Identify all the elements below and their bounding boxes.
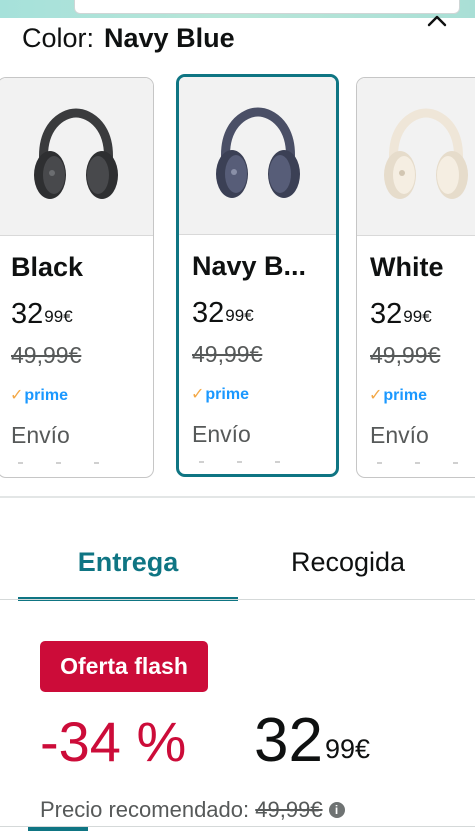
- product-image[interactable]: [0, 78, 153, 236]
- delivery-tabs: Entrega Recogida: [0, 530, 475, 602]
- deal-price: 3299€: [254, 706, 371, 775]
- product-image[interactable]: [179, 77, 336, 235]
- prime-check-icon: ✓: [191, 386, 205, 403]
- variant-card-white[interactable]: White 3299€ 49,99€ ✓prime Envío: [356, 77, 475, 478]
- variant-card-black[interactable]: Black 3299€ 49,99€ ✓prime Envío: [0, 77, 154, 478]
- recommended-price-value: 49,99€: [255, 797, 323, 822]
- card-more-indicator: [199, 461, 299, 465]
- chevron-up-icon[interactable]: [426, 12, 448, 28]
- tab-recogida[interactable]: Recogida: [238, 530, 458, 598]
- prime-badge: ✓prime: [369, 387, 427, 404]
- tab-entrega[interactable]: Entrega: [18, 530, 238, 601]
- variant-old-price: 49,99€: [192, 341, 263, 367]
- variant-old-price: 49,99€: [11, 342, 82, 368]
- color-selection-row: Color: Navy Blue: [22, 20, 235, 56]
- headphones-image: [215, 106, 300, 198]
- variant-name: White: [370, 252, 444, 282]
- recommended-price-label: Precio recomendado:: [40, 797, 250, 822]
- prime-badge: ✓prime: [10, 387, 68, 404]
- product-image[interactable]: [357, 78, 475, 236]
- color-variant-carousel[interactable]: Black 3299€ 49,99€ ✓prime Envío Navy B..…: [0, 74, 475, 479]
- card-more-indicator: [18, 462, 118, 466]
- bottom-tab-indicator: [0, 826, 475, 831]
- variant-name: Navy B...: [192, 251, 307, 281]
- flash-deal-badge: Oferta flash: [40, 641, 208, 692]
- prime-check-icon: ✓: [10, 387, 24, 404]
- variant-price: 3299€: [11, 298, 73, 330]
- variant-price: 3299€: [370, 298, 432, 330]
- tabs-divider: [0, 599, 475, 600]
- variant-shipping: Envío: [370, 422, 429, 448]
- recommended-price: Precio recomendado: 49,99€ i: [40, 795, 345, 825]
- card-more-indicator: [377, 462, 475, 466]
- search-box[interactable]: [74, 0, 460, 14]
- variant-shipping: Envío: [11, 422, 70, 448]
- headphones-image: [33, 107, 118, 199]
- variant-shipping: Envío: [192, 421, 251, 447]
- section-divider: [0, 496, 475, 498]
- headphones-image: [384, 107, 468, 199]
- variant-price: 3299€: [192, 297, 254, 329]
- discount-percentage: -34 %: [40, 710, 187, 773]
- color-label: Color:: [22, 23, 95, 53]
- prime-check-icon: ✓: [369, 387, 383, 404]
- info-icon[interactable]: i: [328, 802, 345, 819]
- prime-badge: ✓prime: [191, 386, 249, 403]
- variant-card-navy-blue[interactable]: Navy B... 3299€ 49,99€ ✓prime Envío: [176, 74, 339, 477]
- color-value: Navy Blue: [104, 23, 235, 53]
- variant-name: Black: [11, 252, 84, 282]
- variant-old-price: 49,99€: [370, 342, 441, 368]
